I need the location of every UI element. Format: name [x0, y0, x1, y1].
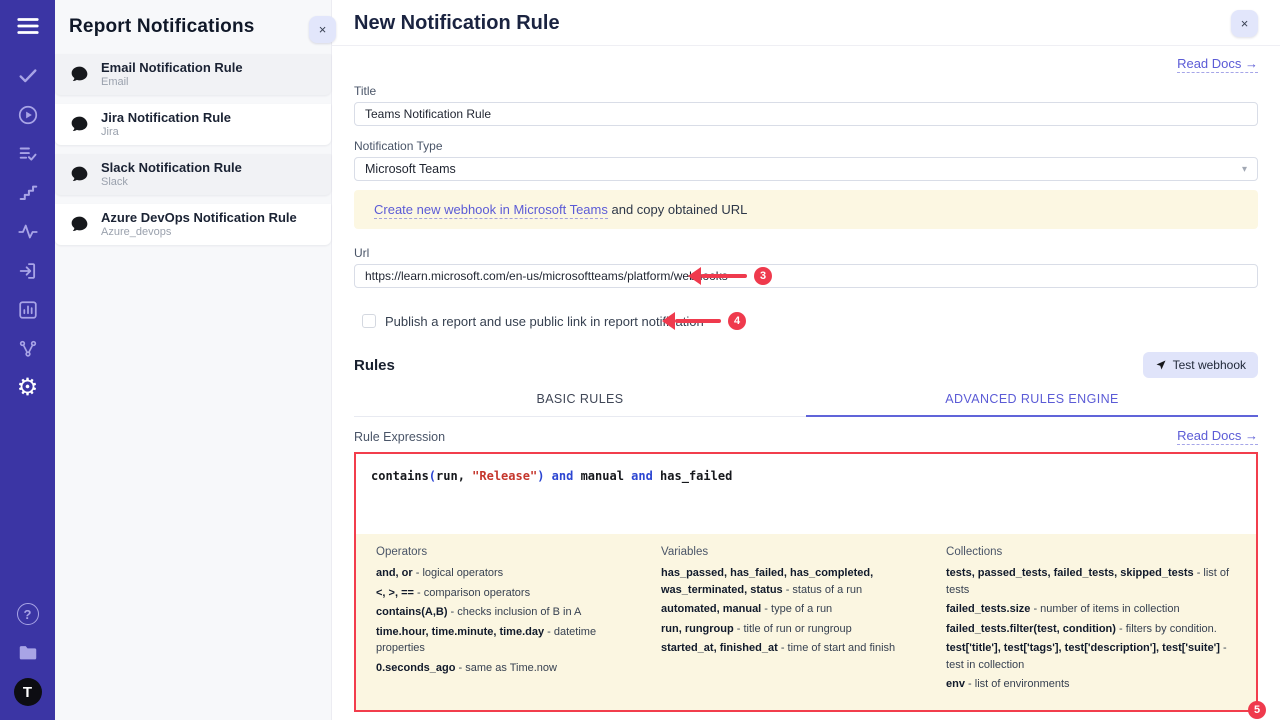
rule-subtitle: Jira	[101, 126, 231, 138]
send-icon	[1155, 359, 1167, 371]
panel-title: Report Notifications	[69, 16, 317, 38]
notifications-panel: Report Notifications × Email Notificatio…	[55, 0, 332, 720]
analytics-pulse-icon[interactable]	[14, 218, 42, 246]
title-label: Title	[354, 84, 1258, 98]
chat-bubble-icon	[69, 114, 90, 135]
avatar[interactable]: T	[14, 678, 42, 706]
help-column: Operatorsand, or - logical operators<, >…	[376, 546, 647, 696]
chat-bubble-icon	[69, 214, 90, 235]
steps-icon[interactable]	[14, 179, 42, 207]
help-row: has_passed, has_failed, has_completed, w…	[661, 565, 932, 598]
help-row: automated, manual - type of a run	[661, 601, 932, 618]
help-row: started_at, finished_at - time of start …	[661, 640, 932, 657]
rule-subtitle: Azure_devops	[101, 226, 297, 238]
help-column: Variableshas_passed, has_failed, has_com…	[661, 546, 932, 696]
publish-checkbox[interactable]	[362, 314, 376, 328]
tab-advanced-rules-engine[interactable]: ADVANCED RULES ENGINE	[806, 384, 1258, 417]
help-row: test['title'], test['tags'], test['descr…	[946, 640, 1236, 673]
panel-close-button[interactable]: ×	[309, 16, 336, 43]
help-row: failed_tests.size - number of items in c…	[946, 601, 1236, 618]
annotation-box-5: contains(run, "Release") and manual and …	[354, 452, 1258, 712]
help-row: run, rungroup - title of run or rungroup	[661, 621, 932, 638]
settings-gear-icon[interactable]: ⚙	[14, 374, 42, 402]
help-row: and, or - logical operators	[376, 565, 647, 582]
rules-heading: Rules	[354, 357, 395, 374]
branches-icon[interactable]	[14, 335, 42, 363]
help-row: tests, passed_tests, failed_tests, skipp…	[946, 565, 1236, 598]
tests-check-icon[interactable]	[14, 62, 42, 90]
main-area: New Notification Rule × Read Docs → Titl…	[332, 0, 1280, 720]
modal-close-button[interactable]: ×	[1231, 10, 1258, 37]
expression-help-panel: Operatorsand, or - logical operators<, >…	[356, 534, 1256, 710]
menu-icon[interactable]	[14, 12, 42, 40]
rule-expression-editor[interactable]: contains(run, "Release") and manual and …	[356, 454, 1256, 534]
chevron-down-icon: ▾	[1242, 164, 1247, 175]
help-row: 0.seconds_ago - same as Time.now	[376, 660, 647, 677]
rule-expression-label: Rule Expression	[354, 430, 445, 444]
rule-title: Email Notification Rule	[101, 60, 243, 75]
create-webhook-link[interactable]: Create new webhook in Microsoft Teams	[374, 202, 608, 219]
help-row: time.hour, time.minute, time.day - datet…	[376, 624, 647, 657]
webhook-info-box: Create new webhook in Microsoft Teams an…	[354, 190, 1258, 229]
rule-title: Slack Notification Rule	[101, 160, 242, 175]
reports-chart-icon[interactable]	[14, 296, 42, 324]
runs-play-icon[interactable]	[14, 101, 42, 129]
rule-subtitle: Slack	[101, 176, 242, 188]
help-row: <, >, == - comparison operators	[376, 585, 647, 602]
help-row: contains(A,B) - checks inclusion of B in…	[376, 604, 647, 621]
help-icon[interactable]: ?	[14, 600, 42, 628]
url-input[interactable]	[354, 264, 1258, 288]
annotation-badge-4: 4	[728, 312, 746, 330]
notification-rule-item[interactable]: Slack Notification Rule Slack	[55, 154, 331, 195]
test-webhook-label: Test webhook	[1173, 358, 1246, 372]
import-icon[interactable]	[14, 257, 42, 285]
rule-subtitle: Email	[101, 76, 243, 88]
help-column: Collectionstests, passed_tests, failed_t…	[946, 546, 1236, 696]
notification-type-select[interactable]: Microsoft Teams ▾	[354, 157, 1258, 181]
chat-bubble-icon	[69, 64, 90, 85]
test-webhook-button[interactable]: Test webhook	[1143, 352, 1258, 378]
rules-tabs: BASIC RULES ADVANCED RULES ENGINE	[354, 384, 1258, 417]
url-label: Url	[354, 246, 1258, 260]
notification-type-value: Microsoft Teams	[365, 162, 456, 176]
tab-basic-rules[interactable]: BASIC RULES	[354, 384, 806, 416]
app-sidebar: ⚙ ? T	[0, 0, 55, 720]
rule-expression-code: contains(run, "Release") and manual and …	[371, 469, 732, 483]
notification-rule-item[interactable]: Azure DevOps Notification Rule Azure_dev…	[55, 204, 331, 245]
notification-type-label: Notification Type	[354, 139, 1258, 153]
rule-title: Azure DevOps Notification Rule	[101, 210, 297, 225]
publish-label: Publish a report and use public link in …	[385, 314, 704, 329]
help-row: failed_tests.filter(test, condition) - f…	[946, 621, 1236, 638]
page-title: New Notification Rule	[354, 12, 560, 35]
notification-rule-item[interactable]: Jira Notification Rule Jira	[55, 104, 331, 145]
chat-bubble-icon	[69, 164, 90, 185]
notification-rule-item[interactable]: Email Notification Rule Email	[55, 54, 331, 95]
webhook-info-text: and copy obtained URL	[608, 202, 747, 217]
title-input[interactable]	[354, 102, 1258, 126]
annotation-badge-5: 5	[1248, 701, 1266, 719]
rule-title: Jira Notification Rule	[101, 110, 231, 125]
projects-folder-icon[interactable]	[14, 639, 42, 667]
read-docs-link[interactable]: Read Docs →	[1177, 56, 1258, 73]
help-row: env - list of environments	[946, 676, 1236, 693]
plans-list-check-icon[interactable]	[14, 140, 42, 168]
read-docs-link-expression[interactable]: Read Docs →	[1177, 428, 1258, 445]
notification-rules-list: Email Notification Rule Email Jira Notif…	[55, 48, 331, 245]
